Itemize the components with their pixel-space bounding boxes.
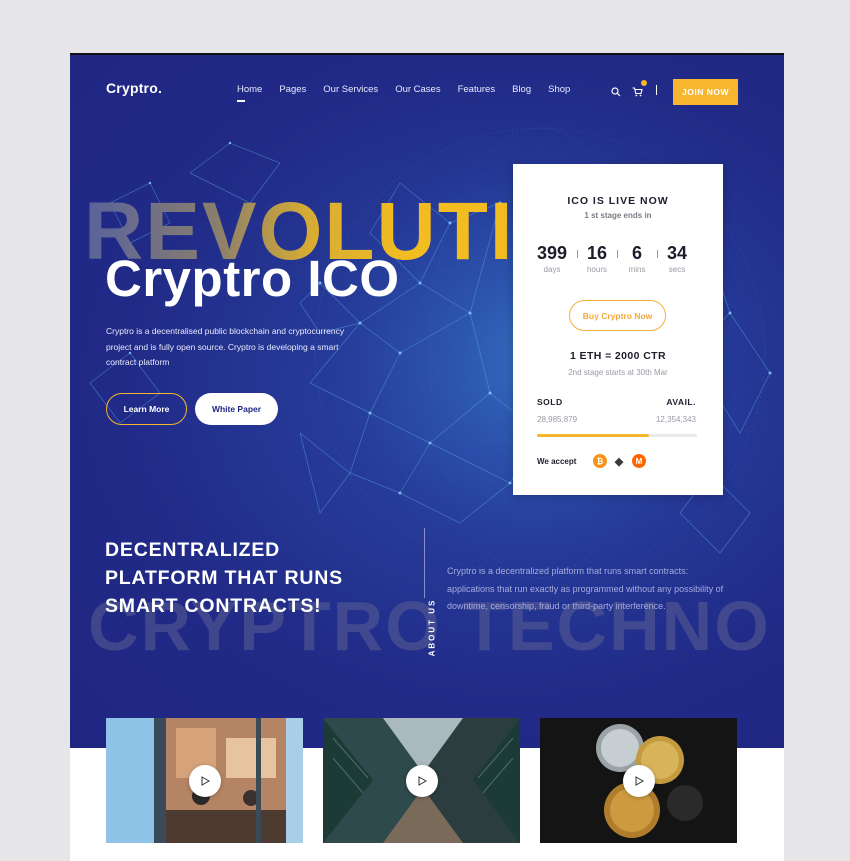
countdown-label: mins	[628, 265, 646, 274]
ethereum-icon: ◆	[612, 454, 626, 468]
video-card-coins[interactable]	[540, 718, 737, 843]
monero-icon: M	[632, 454, 646, 468]
about-us-label: ABOUT US	[427, 598, 437, 657]
nav-item-home[interactable]: Home	[237, 84, 262, 102]
countdown-label: hours	[586, 265, 607, 274]
buy-cryptro-button[interactable]: Buy Cryptro Now	[569, 300, 666, 331]
nav-item-pages[interactable]: Pages	[279, 84, 306, 95]
search-icon[interactable]	[611, 84, 621, 102]
about-text: Cryptro is a decentralized platform that…	[447, 566, 724, 611]
avail-value: 12,354,343	[655, 415, 696, 424]
tagline-line: PLATFORM THAT RUNS	[105, 567, 343, 589]
sold-label: SOLD	[537, 397, 563, 407]
cart-icon[interactable]	[632, 80, 647, 102]
learn-more-button[interactable]: Learn More	[106, 393, 187, 425]
stage-note: 2nd stage starts at 30th Mar	[568, 368, 668, 377]
nav-item-our-cases[interactable]: Our Cases	[395, 84, 440, 95]
countdown-value: 16	[586, 243, 608, 263]
brand-logo[interactable]: Cryptro.	[106, 80, 162, 96]
countdown-value: 399	[536, 243, 568, 263]
hero-section: Cryptro. Home Pages Our Services Our Cas…	[70, 53, 784, 748]
ico-countdown-card: ICO IS LIVE NOW 1 st stage ends in 399 d…	[513, 164, 723, 495]
sale-progress-bar	[537, 434, 697, 437]
white-paper-button[interactable]: White Paper	[195, 393, 278, 425]
avail-label: AVAIL.	[666, 397, 696, 407]
countdown-secs: 34 secs	[655, 243, 699, 274]
sale-progress-fill	[537, 434, 649, 437]
nav-item-shop[interactable]: Shop	[548, 84, 570, 95]
nav-item-our-services[interactable]: Our Services	[323, 84, 378, 95]
countdown-label: days	[543, 265, 561, 274]
ico-title: ICO IS LIVE NOW	[567, 195, 669, 207]
page-frame: Cryptro. Home Pages Our Services Our Cas…	[70, 53, 784, 861]
tagline-line: SMART CONTRACTS!	[105, 595, 322, 617]
play-icon[interactable]	[188, 764, 221, 797]
countdown-label: secs	[668, 265, 686, 274]
hero-title: Cryptro ICO	[105, 250, 400, 307]
top-border	[70, 53, 784, 55]
main-nav: Home Pages Our Services Our Cases Featur…	[237, 84, 587, 102]
ico-subtitle: 1 st stage ends in	[584, 211, 652, 220]
tagline-line: DECENTRALIZED	[105, 539, 281, 561]
countdown-hours: 16 hours	[575, 243, 619, 274]
cart-badge	[641, 80, 647, 86]
countdown-value: 34	[666, 243, 688, 263]
play-icon[interactable]	[622, 764, 655, 797]
countdown-value: 6	[631, 243, 642, 263]
sold-value: 28,985,879	[537, 415, 578, 424]
video-card-buildings[interactable]	[323, 718, 520, 843]
about-divider	[424, 528, 425, 598]
nav-item-blog[interactable]: Blog	[512, 84, 531, 95]
exchange-rate: 1 ETH = 2000 CTR	[570, 350, 666, 362]
nav-divider	[656, 85, 657, 95]
play-icon[interactable]	[405, 764, 438, 797]
about-tagline: DECENTRALIZED PLATFORM THAT RUNS SMART C…	[105, 536, 343, 620]
countdown-days: 399 days	[530, 243, 574, 274]
nav-item-features[interactable]: Features	[458, 84, 496, 95]
hero-description: Cryptro is a decentralised public blockc…	[106, 326, 345, 367]
join-now-button[interactable]: JOIN NOW	[673, 79, 738, 105]
countdown-mins: 6 mins	[615, 243, 659, 274]
bitcoin-icon: ₿	[593, 454, 607, 468]
video-card-office[interactable]	[106, 718, 303, 843]
accept-label: We accept	[537, 457, 577, 466]
